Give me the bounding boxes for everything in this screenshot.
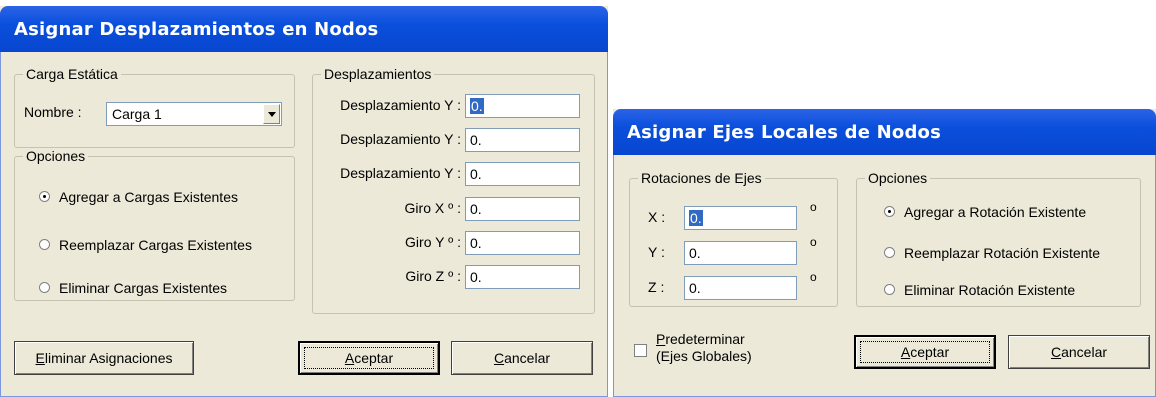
rotation-y-input[interactable]: 0. — [465, 231, 580, 255]
rotation-z-input[interactable]: 0. — [684, 276, 797, 300]
degree-unit: o — [810, 235, 817, 249]
field-label: Giro Z º : — [405, 268, 461, 284]
field-label: Desplazamiento Y : — [340, 131, 461, 147]
input-value: 0. — [470, 166, 482, 182]
input-value: 0. — [689, 280, 701, 296]
button-label: ceptar — [910, 344, 950, 360]
radio-selected-icon[interactable] — [39, 191, 50, 202]
radio-label: Reemplazar Cargas Existentes — [59, 237, 252, 253]
x-label: X : — [648, 209, 666, 225]
button-label: ancelar — [504, 350, 551, 366]
input-value: 0. — [470, 132, 482, 148]
displacement-y-input-1[interactable]: 0. — [465, 94, 580, 118]
field-label: Giro Y º : — [405, 234, 461, 250]
rotation-x-input[interactable]: 0. — [684, 206, 797, 230]
field-label: Desplazamiento Y : — [340, 165, 461, 181]
radio-label: Agregar a Cargas Existentes — [59, 189, 238, 205]
checkbox-label: redeterminar — [665, 331, 745, 347]
assign-displacements-dialog: Asignar Desplazamientos en Nodos Carga E… — [0, 6, 608, 397]
input-value: 0. — [470, 98, 484, 114]
y-label: Y : — [648, 244, 665, 260]
field-label: Giro X º : — [404, 200, 461, 216]
radio-label: Eliminar Rotación Existente — [904, 282, 1076, 298]
options-group: Opciones Agregar a Cargas Existentes Ree… — [14, 148, 295, 301]
radio-label: Eliminar Cargas Existentes — [59, 280, 228, 296]
radio-unselected-icon[interactable] — [39, 282, 50, 293]
button-label: liminar Asignaciones — [44, 350, 173, 366]
radio-label: Reemplazar Rotación Existente — [904, 245, 1101, 261]
assign-local-axes-dialog: Asignar Ejes Locales de Nodos Rotaciones… — [613, 109, 1156, 397]
name-label: Nombre : — [24, 104, 82, 120]
load-name-value: Carga 1 — [112, 106, 162, 122]
delete-assignments-button[interactable]: Eliminar Asignaciones — [14, 341, 194, 375]
dialog-body: Carga Estática Nombre : Carga 1 Opciones… — [0, 52, 608, 397]
options-group: Opciones Agregar a Rotación Existente Re… — [856, 170, 1141, 307]
radio-unselected-icon[interactable] — [884, 247, 895, 258]
displacements-group: Desplazamientos Desplazamiento Y : 0. De… — [312, 66, 595, 314]
button-mnemonic: E — [35, 350, 45, 366]
displacement-y-input-2[interactable]: 0. — [465, 128, 580, 152]
dialog-body: Rotaciones de Ejes X : 0. o Y : 0. o Z :… — [613, 155, 1156, 397]
radio-unselected-icon[interactable] — [884, 284, 895, 295]
default-label-line2[interactable]: (Ejes Globales) — [656, 348, 752, 364]
title-bar[interactable]: Asignar Desplazamientos en Nodos — [0, 6, 608, 52]
button-mnemonic: C — [493, 350, 505, 366]
dialog-title: Asignar Ejes Locales de Nodos — [627, 122, 942, 143]
load-name-select[interactable]: Carga 1 — [106, 102, 282, 126]
button-mnemonic: A — [344, 350, 355, 366]
cancel-button[interactable]: Cancelar — [1008, 335, 1150, 369]
button-mnemonic: A — [900, 344, 911, 360]
accept-button[interactable]: Aceptar — [298, 341, 440, 375]
field-label: Desplazamiento Y : — [340, 97, 461, 113]
button-label: ceptar — [354, 350, 394, 366]
rotation-x-input[interactable]: 0. — [465, 197, 580, 221]
degree-unit: o — [810, 200, 817, 214]
axis-rotations-group: Rotaciones de Ejes X : 0. o Y : 0. o Z :… — [629, 170, 838, 307]
chevron-down-icon[interactable] — [263, 104, 280, 124]
input-value: 0. — [470, 235, 482, 251]
title-bar[interactable]: Asignar Ejes Locales de Nodos — [613, 109, 1156, 155]
accept-button[interactable]: Aceptar — [854, 335, 996, 369]
static-load-legend: Carga Estática — [23, 66, 121, 82]
displacement-y-input-3[interactable]: 0. — [465, 162, 580, 186]
input-value: 0. — [689, 245, 701, 261]
input-value: 0. — [470, 269, 482, 285]
displacements-legend: Desplazamientos — [321, 66, 435, 82]
options-legend: Opciones — [23, 148, 89, 164]
checkbox-mnemonic: P — [656, 331, 666, 347]
default-label-line1[interactable]: Predeterminar — [656, 331, 745, 347]
input-value: 0. — [689, 210, 703, 226]
radio-unselected-icon[interactable] — [39, 239, 50, 250]
dialog-title: Asignar Desplazamientos en Nodos — [14, 19, 379, 40]
radio-label: Agregar a Rotación Existente — [904, 204, 1087, 220]
default-global-axes-checkbox[interactable] — [634, 344, 647, 357]
options-legend: Opciones — [865, 170, 931, 186]
rotation-z-input[interactable]: 0. — [465, 265, 580, 289]
radio-selected-icon[interactable] — [884, 206, 895, 217]
button-label: ancelar — [1061, 344, 1108, 360]
static-load-group: Carga Estática Nombre : Carga 1 — [14, 66, 295, 148]
button-mnemonic: C — [1050, 344, 1062, 360]
rotation-y-input[interactable]: 0. — [684, 241, 797, 265]
z-label: Z : — [648, 279, 665, 295]
degree-unit: o — [810, 270, 817, 284]
axis-rotations-legend: Rotaciones de Ejes — [638, 170, 765, 186]
cancel-button[interactable]: Cancelar — [451, 341, 593, 375]
input-value: 0. — [470, 201, 482, 217]
